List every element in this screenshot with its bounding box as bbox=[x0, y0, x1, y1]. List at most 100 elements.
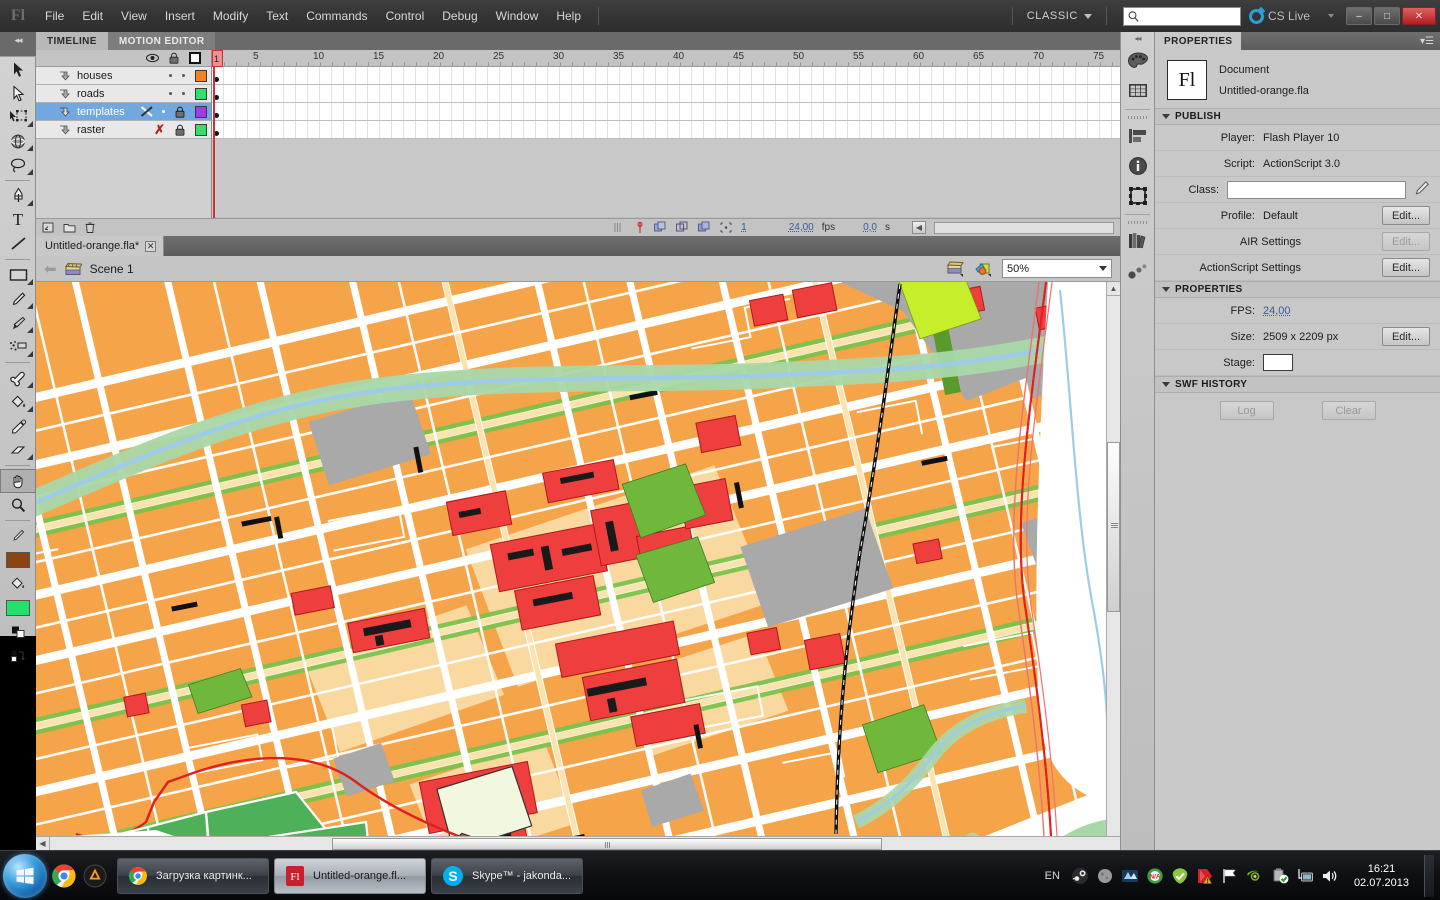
lock-closed-icon[interactable] bbox=[175, 124, 185, 136]
hand-tool[interactable] bbox=[0, 469, 36, 493]
paint-bucket-tool[interactable] bbox=[0, 390, 36, 414]
player-value[interactable]: Flash Player 10 bbox=[1263, 132, 1339, 144]
stage-color-swatch[interactable] bbox=[1263, 354, 1293, 371]
transform-panel-icon[interactable] bbox=[1121, 181, 1155, 211]
menu-help[interactable]: Help bbox=[547, 0, 590, 32]
library-panel-icon[interactable] bbox=[1121, 226, 1155, 256]
menu-debug[interactable]: Debug bbox=[433, 0, 486, 32]
playhead-handle[interactable]: 1 bbox=[212, 50, 223, 67]
section-publish-header[interactable]: PUBLISH bbox=[1155, 108, 1440, 125]
menu-view[interactable]: View bbox=[112, 0, 156, 32]
timeline-scroll-left-button[interactable]: ◀ bbox=[912, 221, 926, 234]
taskbar-item-chrome[interactable]: Загрузка картинк... bbox=[117, 857, 269, 894]
lock-icon[interactable] bbox=[169, 52, 179, 64]
network-monitor-icon[interactable] bbox=[1296, 867, 1314, 885]
map-artwork[interactable] bbox=[36, 282, 1120, 836]
onion-skin-outlines-icon[interactable] bbox=[653, 221, 667, 234]
line-tool[interactable] bbox=[0, 232, 36, 256]
tab-motion-editor[interactable]: MOTION EDITOR bbox=[107, 32, 216, 50]
cs-live-button[interactable]: CS Live bbox=[1248, 8, 1334, 24]
visibility-toggle[interactable] bbox=[162, 110, 165, 113]
menu-edit[interactable]: Edit bbox=[73, 0, 112, 32]
stroke-color-chip[interactable] bbox=[6, 552, 30, 568]
hscroll-thumb[interactable] bbox=[332, 837, 882, 850]
3d-rotation-tool[interactable] bbox=[0, 129, 36, 153]
search-input[interactable] bbox=[1139, 8, 1236, 24]
menu-control[interactable]: Control bbox=[377, 0, 434, 32]
frame-lane[interactable] bbox=[212, 85, 1120, 103]
visibility-toggle[interactable] bbox=[169, 74, 172, 77]
timeline-ruler[interactable]: 5101520253035404550556065707580859095100… bbox=[212, 50, 1120, 67]
script-value[interactable]: ActionScript 3.0 bbox=[1263, 158, 1340, 170]
swatches-panel-icon[interactable] bbox=[1121, 76, 1155, 106]
lasso-tool[interactable] bbox=[0, 153, 36, 177]
menu-window[interactable]: Window bbox=[487, 0, 548, 32]
fps-value[interactable]: 24,00 bbox=[1263, 305, 1291, 317]
eraser-tool[interactable] bbox=[0, 438, 36, 462]
eye-icon[interactable] bbox=[146, 53, 159, 63]
start-button[interactable] bbox=[3, 853, 47, 898]
back-arrow-icon[interactable]: ⬅ bbox=[44, 260, 57, 278]
trash-icon[interactable] bbox=[84, 221, 96, 234]
section-properties-header[interactable]: PROPERTIES bbox=[1155, 281, 1440, 298]
frame-lane[interactable] bbox=[212, 121, 1120, 139]
close-button[interactable]: ✕ bbox=[1402, 7, 1436, 25]
layer-row-roads[interactable]: roads bbox=[36, 85, 211, 103]
edit-multiple-frames-icon[interactable] bbox=[675, 221, 689, 234]
usb-safe-icon[interactable] bbox=[1271, 867, 1289, 885]
volume-icon[interactable] bbox=[1321, 867, 1339, 885]
stage-hscrollbar[interactable]: ◀ bbox=[36, 836, 1120, 850]
tab-timeline[interactable]: TIMELINE bbox=[36, 32, 108, 50]
kaspersky-warning-icon[interactable] bbox=[1196, 867, 1214, 885]
free-transform-tool[interactable] bbox=[0, 105, 36, 129]
taskbar-clock[interactable]: 16:21 02.07.2013 bbox=[1346, 862, 1417, 890]
zoom-level-select[interactable]: 50% bbox=[1002, 259, 1112, 278]
layer-row-houses[interactable]: houses bbox=[36, 67, 211, 85]
color-panel-icon[interactable] bbox=[1121, 46, 1155, 76]
layer-color-swatch[interactable] bbox=[195, 105, 207, 118]
layer-row-raster[interactable]: raster ✗ bbox=[36, 121, 211, 139]
pen-tool[interactable] bbox=[0, 184, 36, 208]
playhead[interactable] bbox=[213, 67, 215, 218]
vscroll-thumb[interactable] bbox=[1107, 442, 1120, 612]
motion-presets-panel-icon[interactable] bbox=[1121, 256, 1155, 286]
text-tool[interactable]: T bbox=[0, 208, 36, 232]
scroll-up-button[interactable]: ▲ bbox=[1107, 282, 1120, 296]
frame-lane[interactable] bbox=[212, 103, 1120, 121]
show-desktop-button[interactable] bbox=[1424, 854, 1434, 897]
menu-text[interactable]: Text bbox=[257, 0, 297, 32]
moon-icon[interactable] bbox=[1096, 867, 1114, 885]
network-icon[interactable] bbox=[1121, 867, 1139, 885]
maximize-button[interactable]: □ bbox=[1374, 7, 1400, 25]
shield-green-icon[interactable] bbox=[1171, 867, 1189, 885]
taskbar-item-flash[interactable]: Fl Untitled-orange.fl... bbox=[274, 857, 426, 894]
tab-properties[interactable]: PROPERTIES bbox=[1155, 32, 1242, 50]
menu-modify[interactable]: Modify bbox=[204, 0, 257, 32]
lock-toggle[interactable] bbox=[182, 74, 185, 77]
layer-color-swatch[interactable] bbox=[195, 69, 207, 82]
menu-file[interactable]: File bbox=[36, 0, 73, 32]
timeline-hscrollbar[interactable] bbox=[934, 221, 1114, 234]
taskbar-item-skype[interactable]: S Skype™ - jakonda... bbox=[431, 857, 583, 894]
swap-colors-button[interactable] bbox=[0, 644, 36, 668]
frame-lane[interactable] bbox=[212, 67, 1120, 85]
visibility-toggle[interactable] bbox=[169, 92, 172, 95]
chrome-icon[interactable] bbox=[51, 863, 77, 889]
section-swf-history-header[interactable]: SWF HISTORY bbox=[1155, 376, 1440, 393]
menu-commands[interactable]: Commands bbox=[297, 0, 376, 32]
class-field[interactable] bbox=[1227, 180, 1406, 199]
selection-tool[interactable] bbox=[0, 57, 36, 81]
stage-vscrollbar[interactable]: ▲ bbox=[1106, 282, 1120, 836]
info-panel-icon[interactable] bbox=[1121, 151, 1155, 181]
language-indicator[interactable]: EN bbox=[1041, 870, 1064, 882]
current-frame-indicator[interactable]: 1 bbox=[741, 222, 747, 233]
nvidia-na-icon[interactable]: N/A bbox=[1146, 867, 1164, 885]
rail-grip-icon[interactable] bbox=[1121, 218, 1154, 226]
flag-icon[interactable] bbox=[1221, 867, 1239, 885]
layer-row-templates[interactable]: templates bbox=[36, 103, 211, 121]
brush-tool[interactable] bbox=[0, 311, 36, 335]
nvidia-icon[interactable] bbox=[1246, 867, 1264, 885]
document-tab[interactable]: Untitled-orange.fla* ✕ bbox=[36, 236, 165, 256]
stage-canvas[interactable]: ▲ bbox=[36, 282, 1120, 836]
minimize-button[interactable]: – bbox=[1346, 7, 1372, 25]
